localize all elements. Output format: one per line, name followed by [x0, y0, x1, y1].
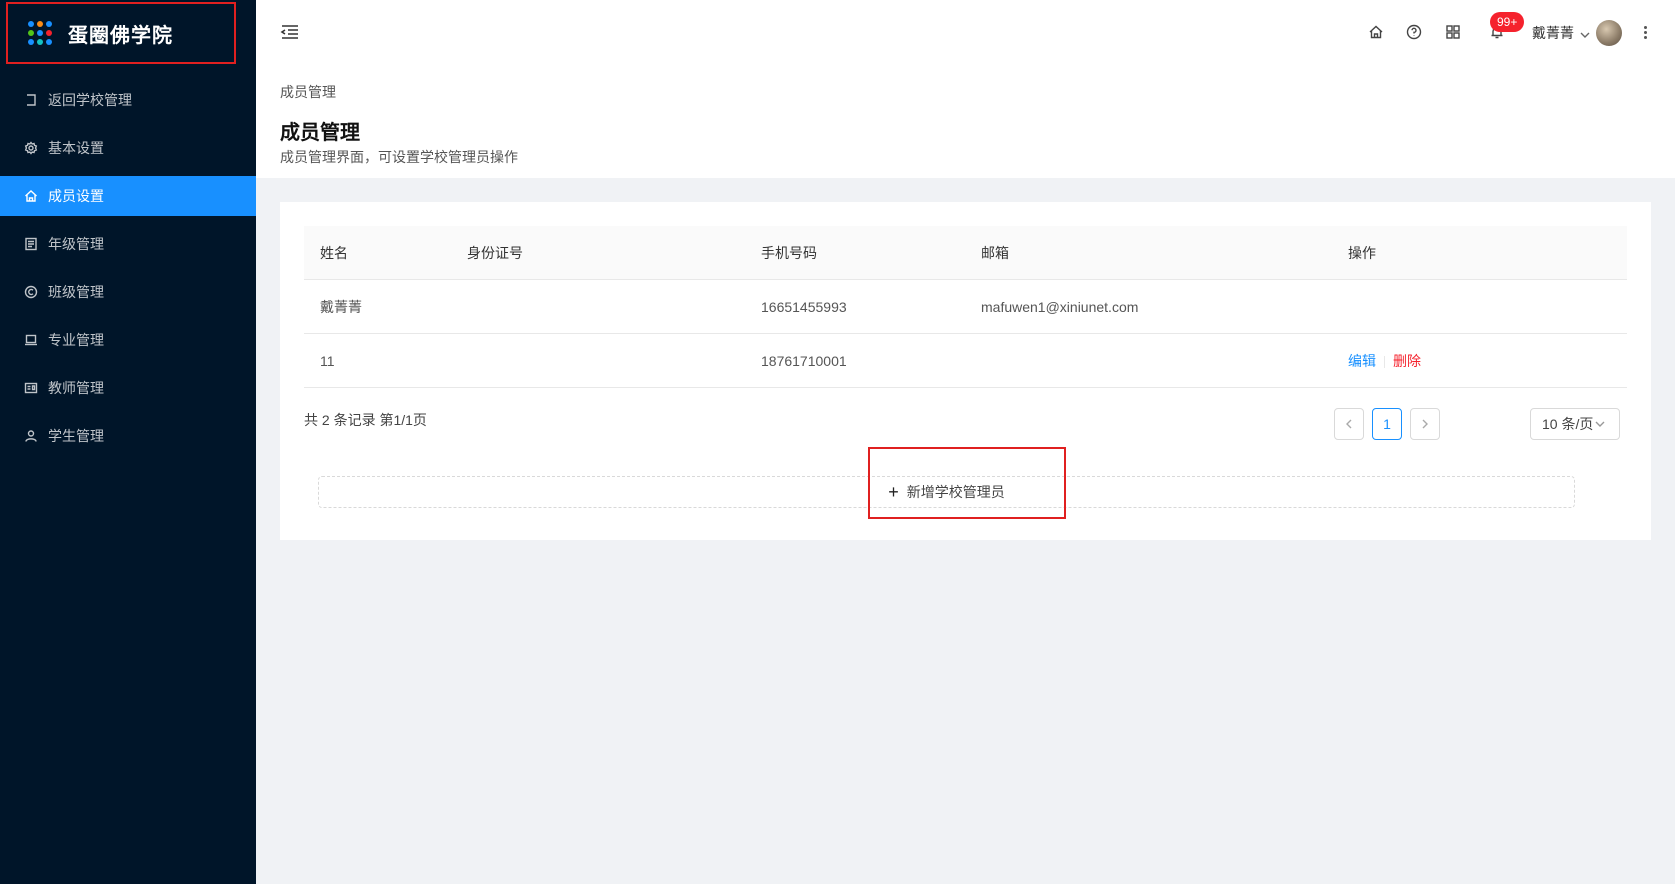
sidebar-item-label: 基本设置 [48, 140, 104, 156]
page-description: 成员管理界面，可设置学校管理员操作 [280, 149, 518, 165]
sidebar-item-member-settings[interactable]: 成员设置 [0, 176, 256, 216]
chevron-left-icon [1346, 419, 1352, 429]
cell-actions: 编辑 删除 [1332, 351, 1627, 371]
user-name[interactable]: 戴菁菁 [1532, 23, 1574, 43]
column-header-actions: 操作 [1348, 244, 1376, 261]
sidebar-item-label: 返回学校管理 [48, 92, 132, 108]
list-icon [24, 237, 38, 251]
sidebar-item-label: 成员设置 [48, 188, 104, 204]
sidebar-item-label: 班级管理 [48, 284, 104, 300]
sidebar-item-class-management[interactable]: 班级管理 [0, 272, 256, 312]
sidebar-item-label: 专业管理 [48, 332, 104, 348]
page-title: 成员管理 [280, 122, 360, 144]
column-header-name: 姓名 [320, 244, 348, 261]
delete-link[interactable]: 删除 [1393, 353, 1421, 369]
sidebar-item-back-school[interactable]: 返回学校管理 [0, 80, 256, 120]
table-row: 11 18761710001 编辑 删除 [304, 334, 1627, 388]
home-icon[interactable] [1366, 22, 1386, 42]
apps-icon[interactable] [1443, 22, 1463, 42]
brand-logo[interactable]: 蛋圈佛学院 [6, 2, 236, 64]
page-button-current[interactable]: 1 [1372, 408, 1402, 440]
chevron-down-icon [1595, 421, 1605, 427]
more-vertical-icon[interactable] [1644, 26, 1648, 40]
sidebar-item-student-management[interactable]: 学生管理 [0, 416, 256, 456]
brand-name: 蛋圈佛学院 [68, 24, 173, 47]
table-header: 姓名 身份证号 手机号码 邮箱 操作 [304, 226, 1627, 280]
cell-name: 11 [320, 352, 335, 369]
help-icon[interactable] [1404, 22, 1424, 42]
notification-badge: 99+ [1490, 12, 1525, 32]
action-divider [1384, 355, 1385, 368]
back-icon [24, 93, 38, 107]
prev-page-button[interactable] [1334, 408, 1364, 440]
page-header: 成员管理 成员管理 成员管理界面，可设置学校管理员操作 [256, 64, 1675, 178]
page-size-value: 10 条/页 [1542, 416, 1594, 432]
copyright-icon [24, 285, 38, 299]
user-icon [24, 429, 38, 443]
sidebar: 蛋圈佛学院 返回学校管理 基本设置 成员设置 年级管理 班级管理 专业管理 教师… [0, 0, 256, 884]
app-grid-icon [28, 21, 52, 45]
pagination-summary: 共 2 条记录 第1/1页 [304, 412, 427, 428]
column-header-email: 邮箱 [981, 244, 1009, 261]
edit-link[interactable]: 编辑 [1348, 353, 1376, 369]
table-row: 戴菁菁 16651455993 mafuwen1@xiniunet.com [304, 280, 1627, 334]
next-page-button[interactable] [1410, 408, 1440, 440]
sidebar-item-label: 学生管理 [48, 428, 104, 444]
avatar[interactable] [1596, 20, 1622, 46]
sidebar-item-label: 年级管理 [48, 236, 104, 252]
page-size-select[interactable]: 10 条/页 [1530, 408, 1620, 440]
member-card: 姓名 身份证号 手机号码 邮箱 操作 戴菁菁 16651455993 mafuw… [280, 202, 1651, 540]
cell-phone: 16651455993 [761, 298, 847, 315]
sidebar-menu: 返回学校管理 基本设置 成员设置 年级管理 班级管理 专业管理 教师管理 学生管… [0, 80, 256, 464]
sidebar-item-teacher-management[interactable]: 教师管理 [0, 368, 256, 408]
column-header-id-number: 身份证号 [467, 244, 523, 261]
chevron-right-icon [1422, 419, 1428, 429]
sidebar-item-major-management[interactable]: 专业管理 [0, 320, 256, 360]
add-admin-label: 新增学校管理员 [906, 484, 1005, 500]
chevron-down-icon[interactable] [1580, 27, 1590, 38]
idcard-icon [24, 381, 38, 395]
sidebar-item-basic-settings[interactable]: 基本设置 [0, 128, 256, 168]
home-icon [24, 189, 38, 203]
cell-name: 戴菁菁 [320, 298, 362, 315]
add-admin-button[interactable]: + 新增学校管理员 [318, 476, 1575, 508]
breadcrumb: 成员管理 [280, 84, 336, 100]
sidebar-item-grade-management[interactable]: 年级管理 [0, 224, 256, 264]
menu-fold-icon[interactable] [280, 22, 302, 42]
cell-phone: 18761710001 [761, 352, 847, 369]
column-header-phone: 手机号码 [761, 244, 817, 261]
laptop-icon [24, 333, 38, 347]
gear-icon [24, 141, 38, 155]
member-table: 姓名 身份证号 手机号码 邮箱 操作 戴菁菁 16651455993 mafuw… [304, 226, 1627, 388]
cell-email: mafuwen1@xiniunet.com [981, 298, 1139, 315]
sidebar-item-label: 教师管理 [48, 380, 104, 396]
plus-icon: + [888, 482, 899, 502]
